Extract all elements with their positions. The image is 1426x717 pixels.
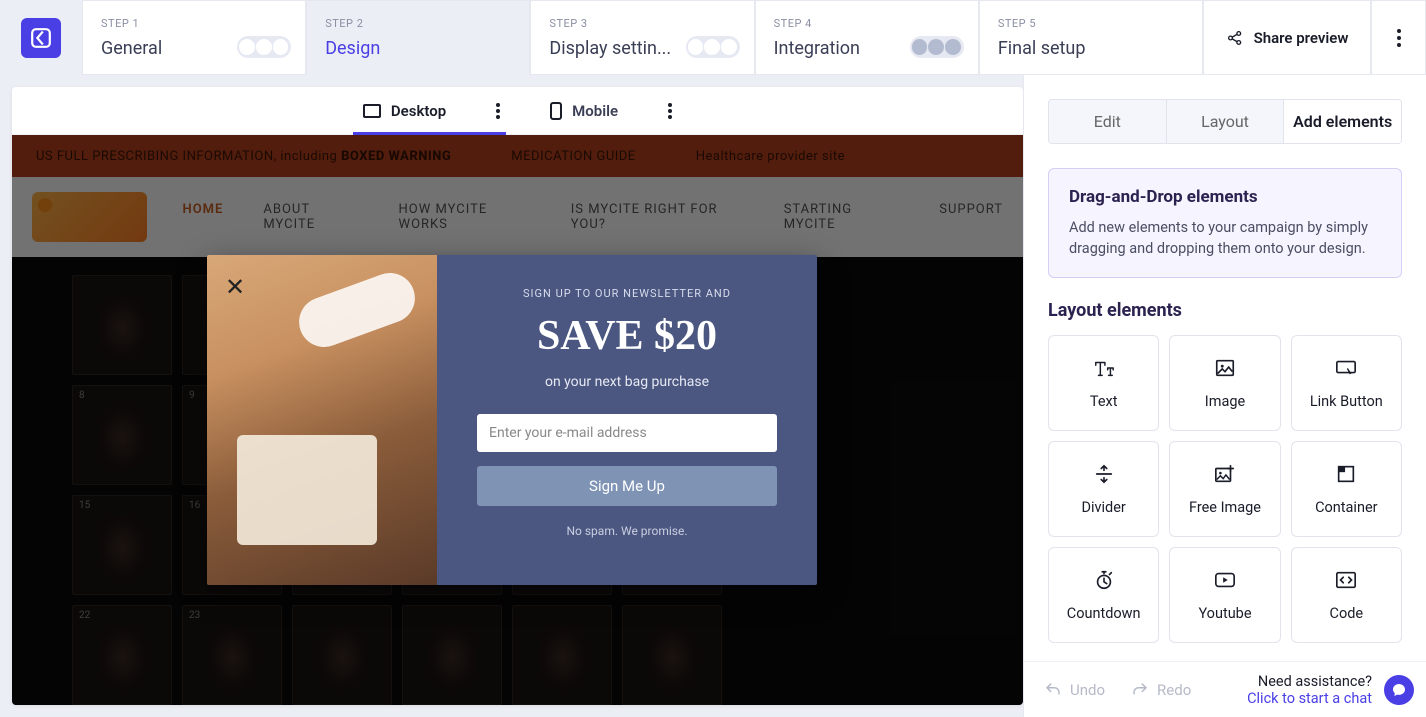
step-label: STEP 3 <box>549 17 735 30</box>
undo-button[interactable]: Undo <box>1044 681 1105 699</box>
tab-edit[interactable]: Edit <box>1049 100 1167 143</box>
element-image[interactable]: Image <box>1169 335 1280 431</box>
element-label: Divider <box>1081 499 1125 516</box>
mobile-tab-menu[interactable] <box>668 103 672 119</box>
info-text: Add new elements to your campaign by sim… <box>1069 217 1381 259</box>
element-label: Image <box>1205 393 1245 410</box>
element-divider[interactable]: Divider <box>1048 441 1159 537</box>
step-general[interactable]: STEP 1 General <box>82 0 306 75</box>
popup-headline[interactable]: SAVE $20 <box>537 312 717 360</box>
undo-icon <box>1044 681 1062 699</box>
mobile-icon <box>550 102 562 120</box>
tab-add-elements[interactable]: Add elements <box>1284 100 1401 143</box>
step-integration[interactable]: STEP 4 Integration <box>755 0 979 75</box>
redo-label: Redo <box>1157 681 1191 699</box>
popup-kicker[interactable]: SIGN UP TO OUR NEWSLETTER AND <box>523 287 731 300</box>
step-title: Final setup <box>998 38 1184 59</box>
panel-body: Drag-and-Drop elements Add new elements … <box>1024 168 1426 661</box>
step-final-setup[interactable]: STEP 5 Final setup <box>979 0 1203 75</box>
countdown-icon <box>1093 569 1115 591</box>
popup-content: SIGN UP TO OUR NEWSLETTER AND SAVE $20 o… <box>437 255 817 585</box>
popup-subtext[interactable]: on your next bag purchase <box>545 374 709 390</box>
tab-label: Desktop <box>391 102 446 120</box>
elements-grid: Text Image Link Button Divider Free Imag… <box>1048 335 1402 643</box>
signup-button[interactable]: Sign Me Up <box>477 466 777 506</box>
device-tabs: Desktop Mobile <box>12 87 1023 135</box>
side-panel: Edit Layout Add elements Drag-and-Drop e… <box>1023 75 1426 717</box>
status-toggle <box>686 36 740 58</box>
step-bar: STEP 1 General STEP 2 Design STEP 3 Disp… <box>0 0 1426 75</box>
step-display-settings[interactable]: STEP 3 Display settin... <box>530 0 754 75</box>
element-label: Text <box>1090 393 1118 410</box>
panel-tabs: Edit Layout Add elements <box>1048 99 1402 144</box>
step-title: Design <box>325 38 511 59</box>
info-box: Drag-and-Drop elements Add new elements … <box>1048 168 1402 278</box>
close-icon[interactable]: ✕ <box>225 273 245 301</box>
share-preview-button[interactable]: Share preview <box>1203 0 1371 75</box>
free-image-icon <box>1214 463 1236 485</box>
logo-cell[interactable] <box>0 0 82 75</box>
info-title: Drag-and-Drop elements <box>1069 187 1381 207</box>
link-button-icon <box>1335 357 1357 379</box>
share-label: Share preview <box>1254 29 1349 47</box>
chat-button[interactable] <box>1384 675 1414 705</box>
desktop-icon <box>363 104 381 118</box>
element-label: Free Image <box>1189 499 1261 516</box>
assist-title: Need assistance? <box>1247 673 1372 690</box>
code-icon <box>1335 569 1357 591</box>
element-text[interactable]: Text <box>1048 335 1159 431</box>
step-label: STEP 5 <box>998 17 1184 30</box>
container-icon <box>1335 463 1357 485</box>
divider-icon <box>1093 463 1115 485</box>
popup-design[interactable]: ✕ SIGN UP TO OUR NEWSLETTER AND SAVE $20… <box>207 255 817 585</box>
redo-icon <box>1131 681 1149 699</box>
canvas-area: Desktop Mobile 8915162223293031 US FULL … <box>0 75 1023 717</box>
assist-link[interactable]: Click to start a chat <box>1247 690 1372 707</box>
step-design[interactable]: STEP 2 Design <box>306 0 530 75</box>
preview-canvas[interactable]: 8915162223293031 US FULL PRESCRIBING INF… <box>12 135 1023 705</box>
youtube-icon <box>1214 569 1236 591</box>
element-label: Countdown <box>1067 605 1141 622</box>
canvas-card: Desktop Mobile 8915162223293031 US FULL … <box>12 87 1023 705</box>
text-icon <box>1093 357 1115 379</box>
element-code[interactable]: Code <box>1291 547 1402 643</box>
tab-layout[interactable]: Layout <box>1167 100 1285 143</box>
arrow-left-icon <box>30 27 52 49</box>
step-label: STEP 4 <box>774 17 960 30</box>
assist-block: Need assistance? Click to start a chat <box>1247 673 1372 707</box>
element-youtube[interactable]: Youtube <box>1169 547 1280 643</box>
popup-image[interactable] <box>207 255 437 585</box>
tab-desktop[interactable]: Desktop <box>363 102 446 120</box>
chat-icon <box>1391 682 1407 698</box>
app-logo <box>21 18 61 58</box>
main-row: Desktop Mobile 8915162223293031 US FULL … <box>0 75 1426 717</box>
step-label: STEP 1 <box>101 17 287 30</box>
element-label: Link Button <box>1310 393 1383 410</box>
email-field[interactable] <box>477 414 777 452</box>
share-icon <box>1226 29 1244 47</box>
tab-mobile[interactable]: Mobile <box>550 102 618 120</box>
image-icon <box>1214 357 1236 379</box>
step-label: STEP 2 <box>325 17 511 30</box>
more-vertical-icon <box>1397 29 1401 47</box>
element-link-button[interactable]: Link Button <box>1291 335 1402 431</box>
element-container[interactable]: Container <box>1291 441 1402 537</box>
more-menu-button[interactable] <box>1371 0 1426 75</box>
status-toggle <box>237 36 291 58</box>
redo-button[interactable]: Redo <box>1131 681 1191 699</box>
popup-note[interactable]: No spam. We promise. <box>566 524 687 538</box>
desktop-tab-menu[interactable] <box>496 103 500 119</box>
element-label: Code <box>1330 605 1364 622</box>
panel-footer: Undo Redo Need assistance? Click to star… <box>1024 661 1426 717</box>
element-free-image[interactable]: Free Image <box>1169 441 1280 537</box>
element-label: Container <box>1315 499 1377 516</box>
section-title: Layout elements <box>1048 300 1402 321</box>
status-toggle <box>910 36 964 58</box>
element-label: Youtube <box>1198 605 1251 622</box>
undo-label: Undo <box>1070 681 1105 699</box>
element-countdown[interactable]: Countdown <box>1048 547 1159 643</box>
tab-label: Mobile <box>572 102 618 120</box>
